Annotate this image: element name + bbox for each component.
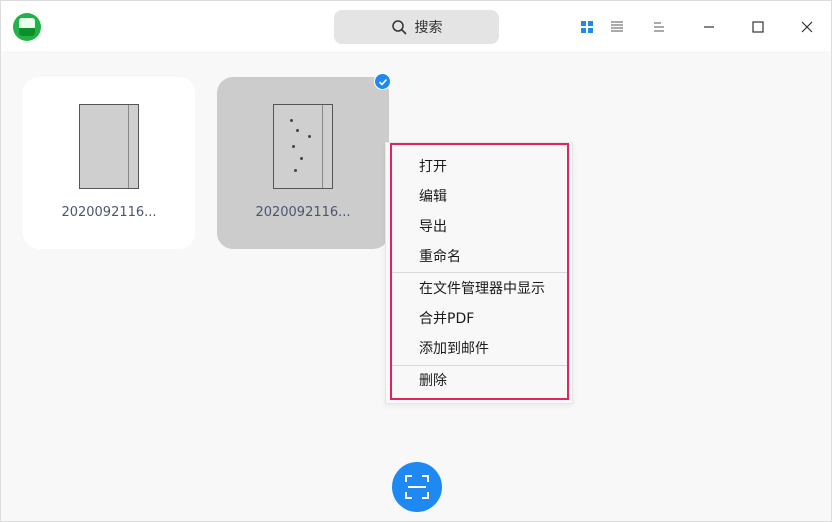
close-button[interactable] xyxy=(793,13,821,41)
document-card-selected[interactable]: 2020092116... xyxy=(217,77,389,249)
maximize-button[interactable] xyxy=(744,13,772,41)
app-logo-icon xyxy=(13,13,41,41)
context-menu: 打开 编辑 导出 重命名 在文件管理器中显示 合并PDF 添加到邮件 删除 xyxy=(385,142,573,404)
list-view-button[interactable] xyxy=(603,13,631,41)
search-icon xyxy=(391,20,406,35)
selected-check-icon xyxy=(374,73,391,90)
menu-item-open[interactable]: 打开 xyxy=(419,157,447,177)
app-window: 搜索 2020092116... 2020092116... 打开 编辑 导出 … xyxy=(0,0,832,522)
menu-item-rename[interactable]: 重命名 xyxy=(419,247,461,267)
minimize-icon xyxy=(704,26,714,28)
maximize-icon xyxy=(752,21,764,33)
menu-divider xyxy=(392,365,568,366)
document-thumbnail xyxy=(79,104,139,189)
titlebar: 搜索 xyxy=(1,1,831,51)
scan-button[interactable] xyxy=(392,462,442,512)
search-label: 搜索 xyxy=(414,20,443,36)
menu-item-merge-pdf[interactable]: 合并PDF xyxy=(419,309,474,329)
grid-view-icon xyxy=(581,21,593,33)
document-card[interactable]: 2020092116... xyxy=(23,77,195,249)
menu-item-show-in-file-manager[interactable]: 在文件管理器中显示 xyxy=(419,279,545,299)
document-name: 2020092116... xyxy=(255,205,351,220)
grid-view-button[interactable] xyxy=(573,13,601,41)
search-button[interactable]: 搜索 xyxy=(334,10,499,44)
menu-item-export[interactable]: 导出 xyxy=(419,217,447,237)
menu-icon xyxy=(654,22,664,32)
close-icon xyxy=(801,21,813,33)
menu-item-add-to-mail[interactable]: 添加到邮件 xyxy=(419,339,489,359)
document-thumbnail xyxy=(273,104,333,189)
scan-icon xyxy=(405,475,429,499)
main-menu-button[interactable] xyxy=(645,13,673,41)
minimize-button[interactable] xyxy=(695,13,723,41)
menu-item-edit[interactable]: 编辑 xyxy=(419,187,447,207)
document-name: 2020092116... xyxy=(61,205,157,220)
list-view-icon xyxy=(611,21,623,32)
menu-divider xyxy=(392,272,568,273)
menu-item-delete[interactable]: 删除 xyxy=(419,371,447,391)
